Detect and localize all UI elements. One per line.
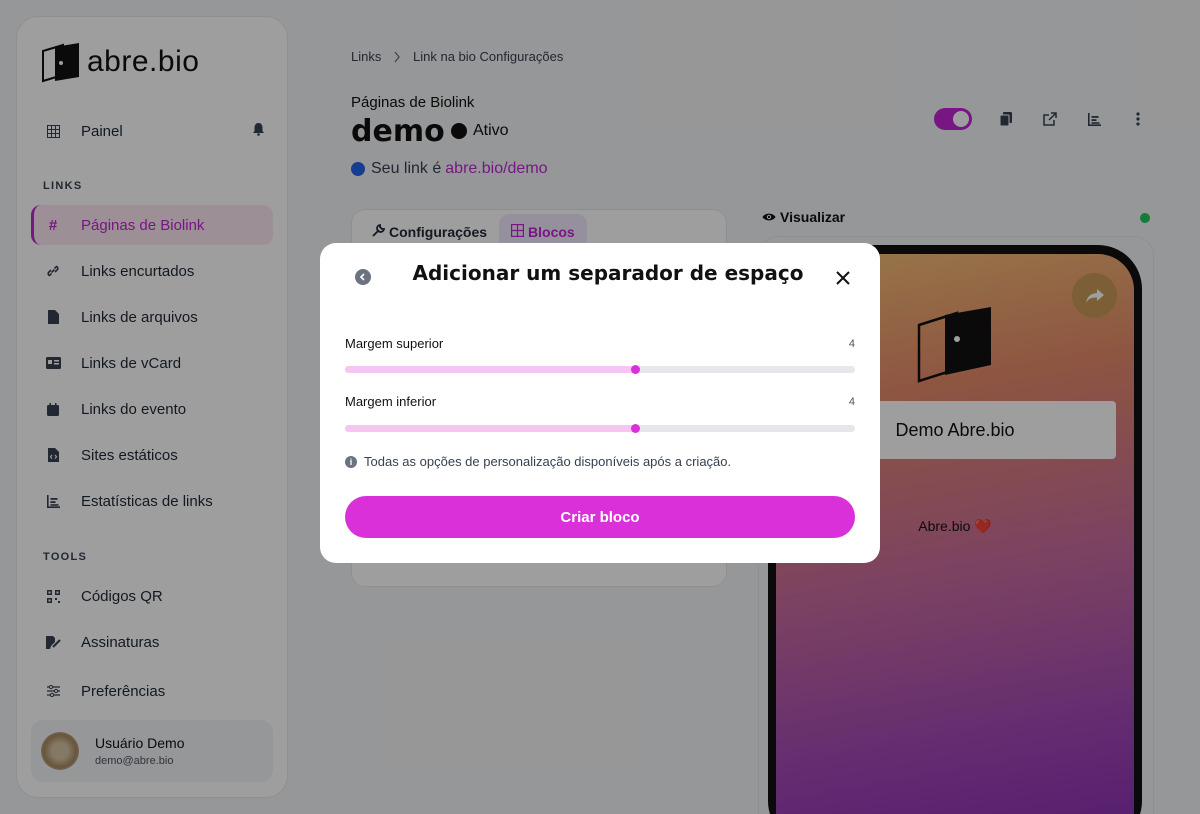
slider-thumb[interactable] — [631, 365, 641, 374]
modal-title: Adicionar um separador de espaço — [412, 261, 804, 285]
slider-fill — [345, 425, 636, 432]
info-icon: i — [345, 455, 357, 468]
margin-top-label: Margem superior — [345, 336, 444, 351]
create-block-button[interactable]: Criar bloco — [345, 496, 855, 538]
close-icon[interactable] — [836, 271, 852, 287]
margin-bottom-slider[interactable] — [345, 424, 855, 433]
slider-thumb[interactable] — [631, 424, 641, 433]
margin-bottom-value: 4 — [848, 396, 855, 408]
slider-fill — [345, 366, 636, 373]
margin-top-value: 4 — [848, 338, 855, 350]
margin-bottom-label: Margem inferior — [345, 394, 437, 409]
spacer-modal: Adicionar um separador de espaço Margem … — [320, 243, 880, 563]
hint-text: Todas as opções de personalização dispon… — [364, 454, 732, 469]
info-hint: i Todas as opções de personalização disp… — [345, 454, 731, 469]
margin-top-slider[interactable] — [345, 365, 855, 374]
